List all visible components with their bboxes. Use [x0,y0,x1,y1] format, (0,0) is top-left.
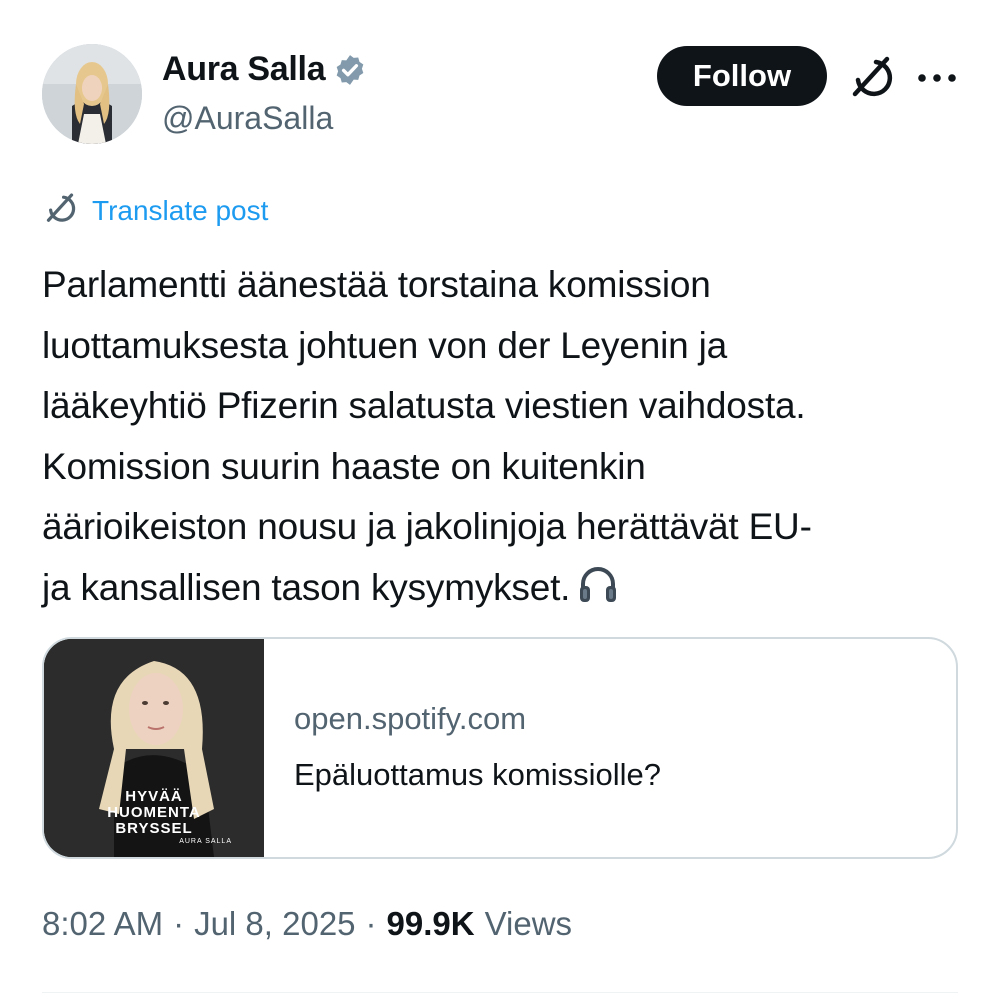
podcast-cover-title-line: BRYSSEL [115,820,193,837]
link-card-info[interactable]: open.spotify.com Epäluottamus komissioll… [264,639,661,857]
grok-icon[interactable] [846,52,896,102]
link-card[interactable]: HYVÄÄ HUOMENTA BRYSSEL AURA SALLA open.s… [42,637,958,859]
tweet-text-line: Komission suurin haaste on kuitenkin [42,445,646,487]
podcast-cover-image: HYVÄÄ HUOMENTA BRYSSEL AURA SALLA [44,639,264,857]
grok-icon [42,190,78,231]
divider [42,992,958,993]
verified-badge-icon [333,53,367,87]
follow-button[interactable]: Follow [657,46,827,106]
meta-separator: · [365,905,377,942]
translate-post-link[interactable]: Translate post [42,190,268,231]
author-name-row[interactable]: Aura Salla [162,50,367,89]
tweet-text-line: ja kansallisen tason kysymykset. [42,566,571,608]
tweet-meta: 8:02 AM · Jul 8, 2025 · 99.9K Views [42,905,572,943]
headphones-icon [576,562,620,625]
podcast-cover-title: HYVÄÄ HUOMENTA BRYSSEL [44,789,264,837]
tweet-date[interactable]: Jul 8, 2025 [194,905,355,943]
tweet-view: Aura Salla @AuraSalla Follow Translate p… [0,0,1000,1000]
avatar[interactable] [42,44,142,144]
podcast-cover-title-line: HYVÄÄ [125,788,183,805]
views-label: Views [484,905,573,942]
tweet-text-line: äärioikeiston nousu ja jakolinjoja herät… [42,506,812,547]
tweet-text: Parlamentti äänestää torstaina komission… [42,255,972,624]
meta-separator: · [173,905,185,942]
views-count[interactable]: 99.9K [387,905,475,943]
tweet-text-line-last: ja kansallisen tason kysymykset. [42,558,972,625]
more-dots-icon[interactable] [912,58,962,98]
translate-post-label[interactable]: Translate post [92,195,268,227]
tweet-text-line: luottamuksesta johtuen von der Leyenin j… [42,324,727,366]
podcast-cover-author: AURA SALLA [179,838,232,845]
tweet-time[interactable]: 8:02 AM [42,905,163,943]
tweet-text-line: lääkeyhtiö Pfizerin salatusta viestien v… [42,385,806,426]
author-name[interactable]: Aura Salla [162,50,326,89]
profile-photo-icon [42,44,142,144]
tweet-text-line: Parlamentti äänestää torstaina komission [42,264,711,305]
podcast-cover-title-line: HUOMENTA [107,804,201,821]
link-card-domain[interactable]: open.spotify.com [294,701,661,737]
link-card-title[interactable]: Epäluottamus komissiolle? [294,757,661,793]
author-handle[interactable]: @AuraSalla [162,100,333,137]
